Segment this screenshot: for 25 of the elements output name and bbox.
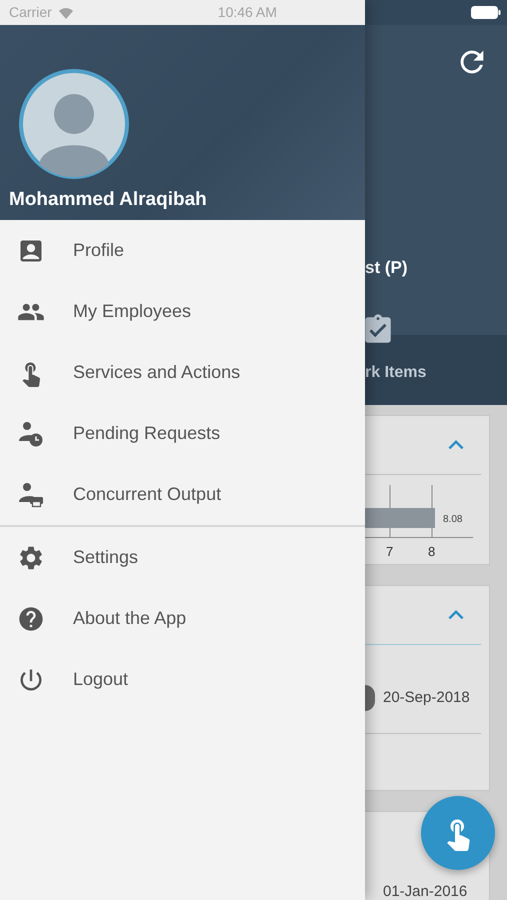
clock-text: 10:46 AM bbox=[218, 3, 277, 22]
avatar-icon bbox=[19, 69, 129, 179]
person-printer-icon bbox=[18, 482, 44, 508]
menu-item[interactable]: My Employees bbox=[0, 281, 365, 342]
carrier-text: Carrier bbox=[9, 3, 52, 22]
tab-label[interactable]: rk Items bbox=[365, 361, 426, 385]
leave-date: 20-Sep-2018 bbox=[383, 688, 470, 708]
bar-value: 8.08 bbox=[443, 512, 462, 527]
menu-item[interactable]: Concurrent Output bbox=[0, 464, 365, 525]
axis-tick: 7 bbox=[386, 542, 394, 561]
axis-tick: 8 bbox=[428, 542, 436, 561]
menu-item[interactable]: About the App bbox=[0, 588, 365, 649]
battery-icon bbox=[471, 6, 501, 19]
user-name: Mohammed Alraqibah bbox=[9, 189, 208, 211]
menu-item[interactable]: Pending Requests bbox=[0, 403, 365, 464]
menu-item[interactable]: Profile bbox=[0, 220, 365, 281]
help-icon bbox=[17, 604, 45, 632]
person-clock-icon bbox=[18, 420, 44, 446]
menu-item[interactable]: Settings bbox=[0, 527, 365, 588]
wifi-icon bbox=[58, 6, 74, 18]
appraisal-date: 01-Jan-2016 bbox=[383, 883, 468, 900]
menu-item[interactable]: Logout bbox=[0, 649, 365, 710]
menu-item[interactable]: Services and Actions bbox=[0, 342, 365, 403]
job-title: st (P) bbox=[365, 257, 408, 279]
slider-thumb[interactable] bbox=[365, 685, 375, 711]
